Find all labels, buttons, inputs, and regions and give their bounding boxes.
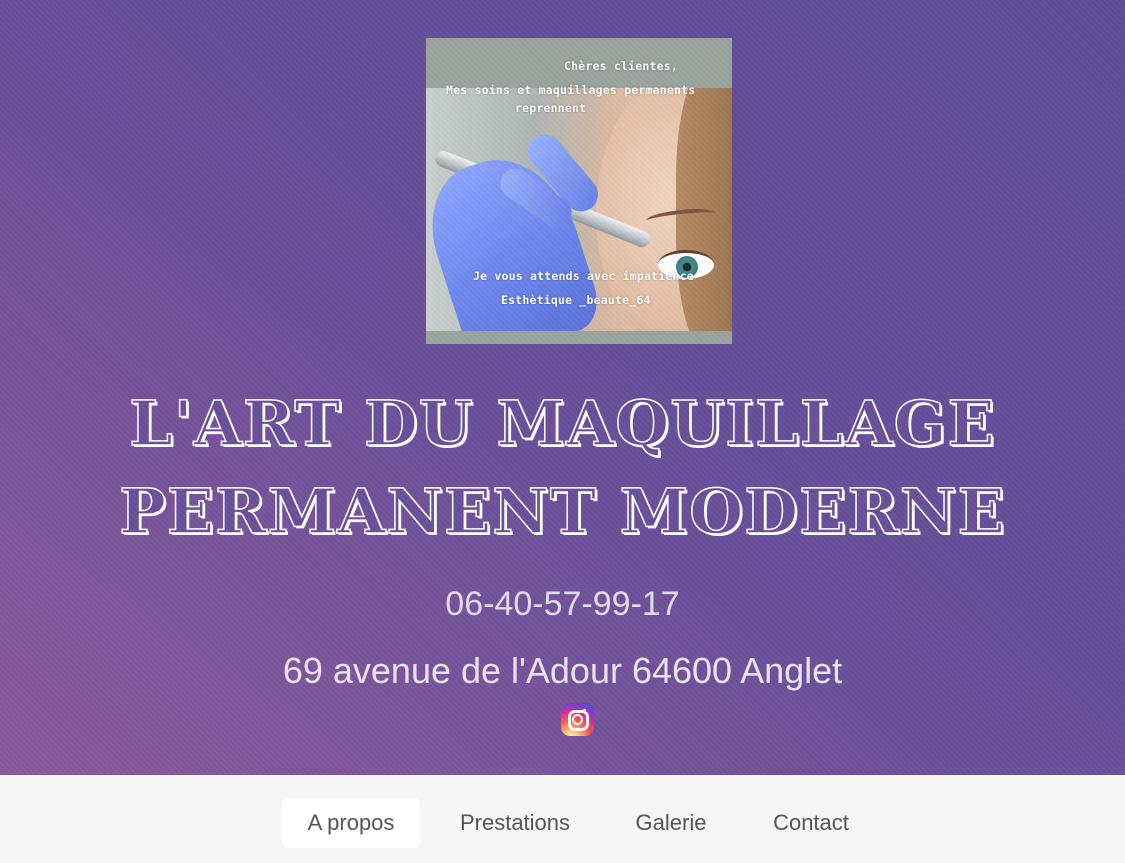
address: 69 avenue de l'Adour 64600 Anglet [282, 650, 843, 691]
phone-number[interactable]: 06-40-57-99-17 [0, 585, 1125, 624]
instagram-lens [572, 714, 583, 725]
hero-photo: Chères clientes, Mes soins et maquillage… [426, 38, 732, 344]
nav-item-contact[interactable]: Contact [756, 798, 866, 848]
nav-item-a-propos[interactable]: A propos [282, 798, 420, 848]
title-line: L'ART DU MAQUILLAGE [128, 386, 996, 461]
photo-caption-line: reprennent [515, 101, 587, 115]
instagram-icon[interactable] [561, 703, 594, 736]
photo-caption-line: Je vous attends avec impatience [473, 269, 694, 283]
photo-caption-line: Esthètique _beaute_64 [501, 293, 651, 307]
nav-item-prestations[interactable]: Prestations [444, 798, 586, 848]
photo-caption-line: Mes soins et maquillages permanents [446, 83, 696, 97]
title-line: PERMANENT MODERNE [118, 474, 1006, 549]
main-nav: A propos Prestations Galerie Contact [0, 775, 1125, 863]
page-title: L'ART DU MAQUILLAGE PERMANENT MODERNE [0, 380, 1125, 556]
instagram-dot [583, 709, 586, 712]
nav-item-galerie[interactable]: Galerie [620, 798, 722, 848]
hero-banner: Chères clientes, Mes soins et maquillage… [0, 0, 1125, 775]
photo-caption-line: Chères clientes, [564, 59, 678, 73]
